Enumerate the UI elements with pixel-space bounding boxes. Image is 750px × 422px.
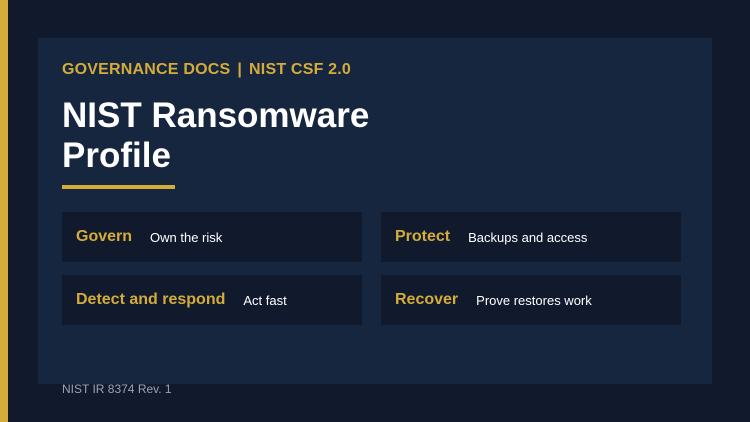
card-description: Act fast [243, 292, 287, 308]
eyebrow-label: GOVERNANCE DOCS | NIST CSF 2.0 [62, 61, 351, 79]
card-govern: Govern Own the risk [62, 212, 362, 262]
card-heading: Protect [395, 228, 451, 245]
footer-reference: NIST IR 8374 Rev. 1 [62, 382, 172, 396]
page-title: NIST Ransomware Profile [62, 96, 482, 176]
slide: GOVERNANCE DOCS | NIST CSF 2.0 NIST Ransom… [0, 0, 750, 422]
content-panel [38, 38, 712, 384]
title-line-2: Profile [62, 136, 171, 175]
card-description: Own the risk [150, 229, 223, 245]
card-heading: Detect and respond [76, 291, 226, 308]
card-detect-and-respond: Detect and respond Act fast [62, 275, 362, 325]
card-description: Backups and access [468, 229, 588, 245]
eyebrow-framework: NIST CSF 2.0 [249, 61, 352, 78]
left-accent-bar [0, 0, 8, 422]
card-heading: Recover [395, 291, 459, 308]
eyebrow-category: GOVERNANCE DOCS [62, 61, 231, 78]
card-protect: Protect Backups and access [381, 212, 681, 262]
card-heading: Govern [76, 228, 133, 245]
title-underline [62, 185, 175, 189]
eyebrow-separator: | [237, 61, 243, 78]
card-description: Prove restores work [476, 292, 592, 308]
card-recover: Recover Prove restores work [381, 275, 681, 325]
title-line-1: NIST Ransomware [62, 96, 370, 135]
